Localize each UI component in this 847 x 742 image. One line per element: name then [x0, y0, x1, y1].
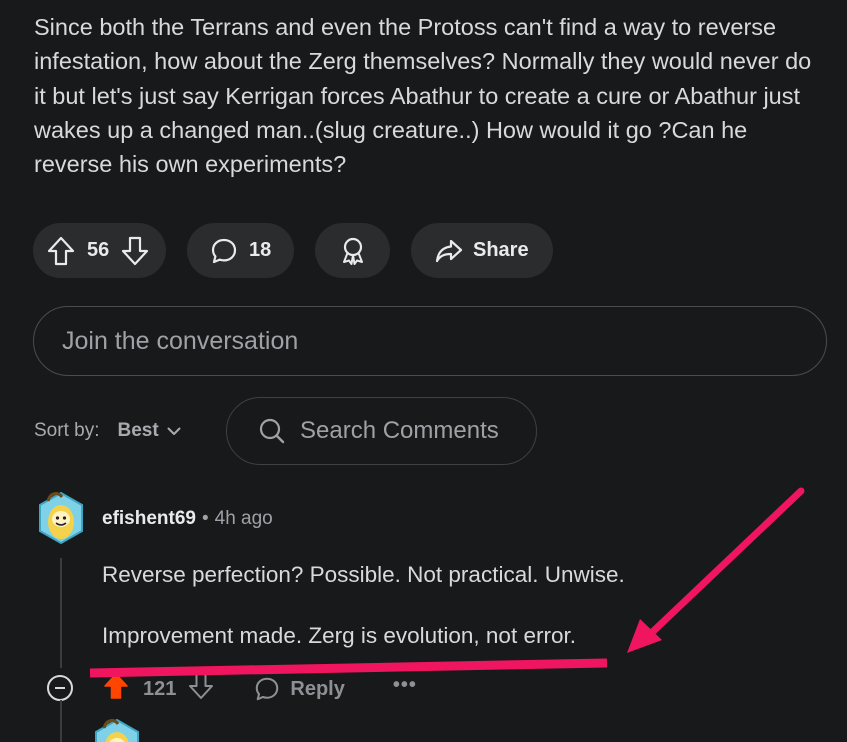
share-button[interactable]: Share [411, 223, 553, 278]
speech-bubble-icon [256, 677, 279, 701]
search-icon [259, 418, 285, 444]
comment-action-bar: 121 Reply ••• [103, 672, 417, 706]
comments-button[interactable]: 18 [187, 223, 294, 278]
ellipsis-icon: ••• [392, 674, 417, 696]
reply-label: Reply [290, 677, 345, 700]
search-placeholder: Search Comments [300, 417, 499, 444]
comment-paragraph: Reverse perfection? Possible. Not practi… [102, 562, 625, 587]
minus-circle-icon [55, 687, 65, 689]
reply-button[interactable]: Reply [254, 676, 345, 702]
arrow-up-icon [47, 236, 75, 265]
avatar[interactable] [92, 716, 142, 742]
award-ribbon-icon [342, 237, 363, 265]
share-label: Share [473, 239, 529, 261]
comment-meta: efishent69 • 4h ago [102, 508, 273, 530]
comment-author[interactable]: efishent69 [102, 508, 196, 530]
arrow-down-icon [122, 236, 149, 265]
vote-count: 56 [87, 239, 110, 261]
meta-separator: • [201, 508, 209, 529]
downvote-button[interactable] [121, 236, 149, 266]
search-comments-input[interactable]: Search Comments [226, 397, 537, 465]
speech-bubble-icon [211, 238, 237, 263]
comment-timestamp: 4h ago [214, 508, 273, 529]
comment-score: 121 [143, 677, 177, 700]
post-body-text: Since both the Terrans and even the Prot… [34, 14, 812, 178]
annotation-underline [89, 658, 608, 678]
vote-control: 56 [33, 223, 166, 278]
annotation-arrow-shaft [640, 487, 805, 644]
sort-value: Best [117, 420, 159, 441]
collapse-thread-button[interactable] [47, 675, 73, 701]
snoo-avatar-image [95, 718, 139, 742]
sort-label: Sort by: [34, 420, 100, 441]
upvote-button[interactable] [47, 236, 75, 266]
sort-control: Sort by: Best [34, 397, 181, 465]
sort-dropdown[interactable]: Best [117, 420, 181, 442]
thread-line[interactable] [60, 700, 62, 742]
more-options-button[interactable]: ••• [393, 675, 417, 695]
comment-downvote-button[interactable] [188, 672, 214, 706]
annotation-arrow-head [627, 619, 662, 653]
avatar[interactable] [36, 489, 86, 547]
post-action-bar: 56 18 Share [33, 223, 553, 278]
comment-upvote-button[interactable] [103, 672, 129, 706]
arrow-up-icon [104, 673, 128, 699]
snoo-avatar-image [39, 491, 83, 545]
comment-paragraph: Improvement made. Zerg is evolution, not… [102, 623, 576, 648]
join-placeholder: Join the conversation [62, 326, 299, 355]
thread-line[interactable] [60, 558, 62, 668]
join-conversation-input[interactable]: Join the conversation [33, 306, 827, 376]
share-arrow-icon [435, 239, 463, 262]
post-page: Since both the Terrans and even the Prot… [0, 0, 847, 742]
comment-count: 18 [249, 239, 272, 261]
award-button[interactable] [315, 223, 390, 278]
chevron-down-icon [167, 427, 181, 435]
arrow-down-icon [189, 673, 214, 699]
